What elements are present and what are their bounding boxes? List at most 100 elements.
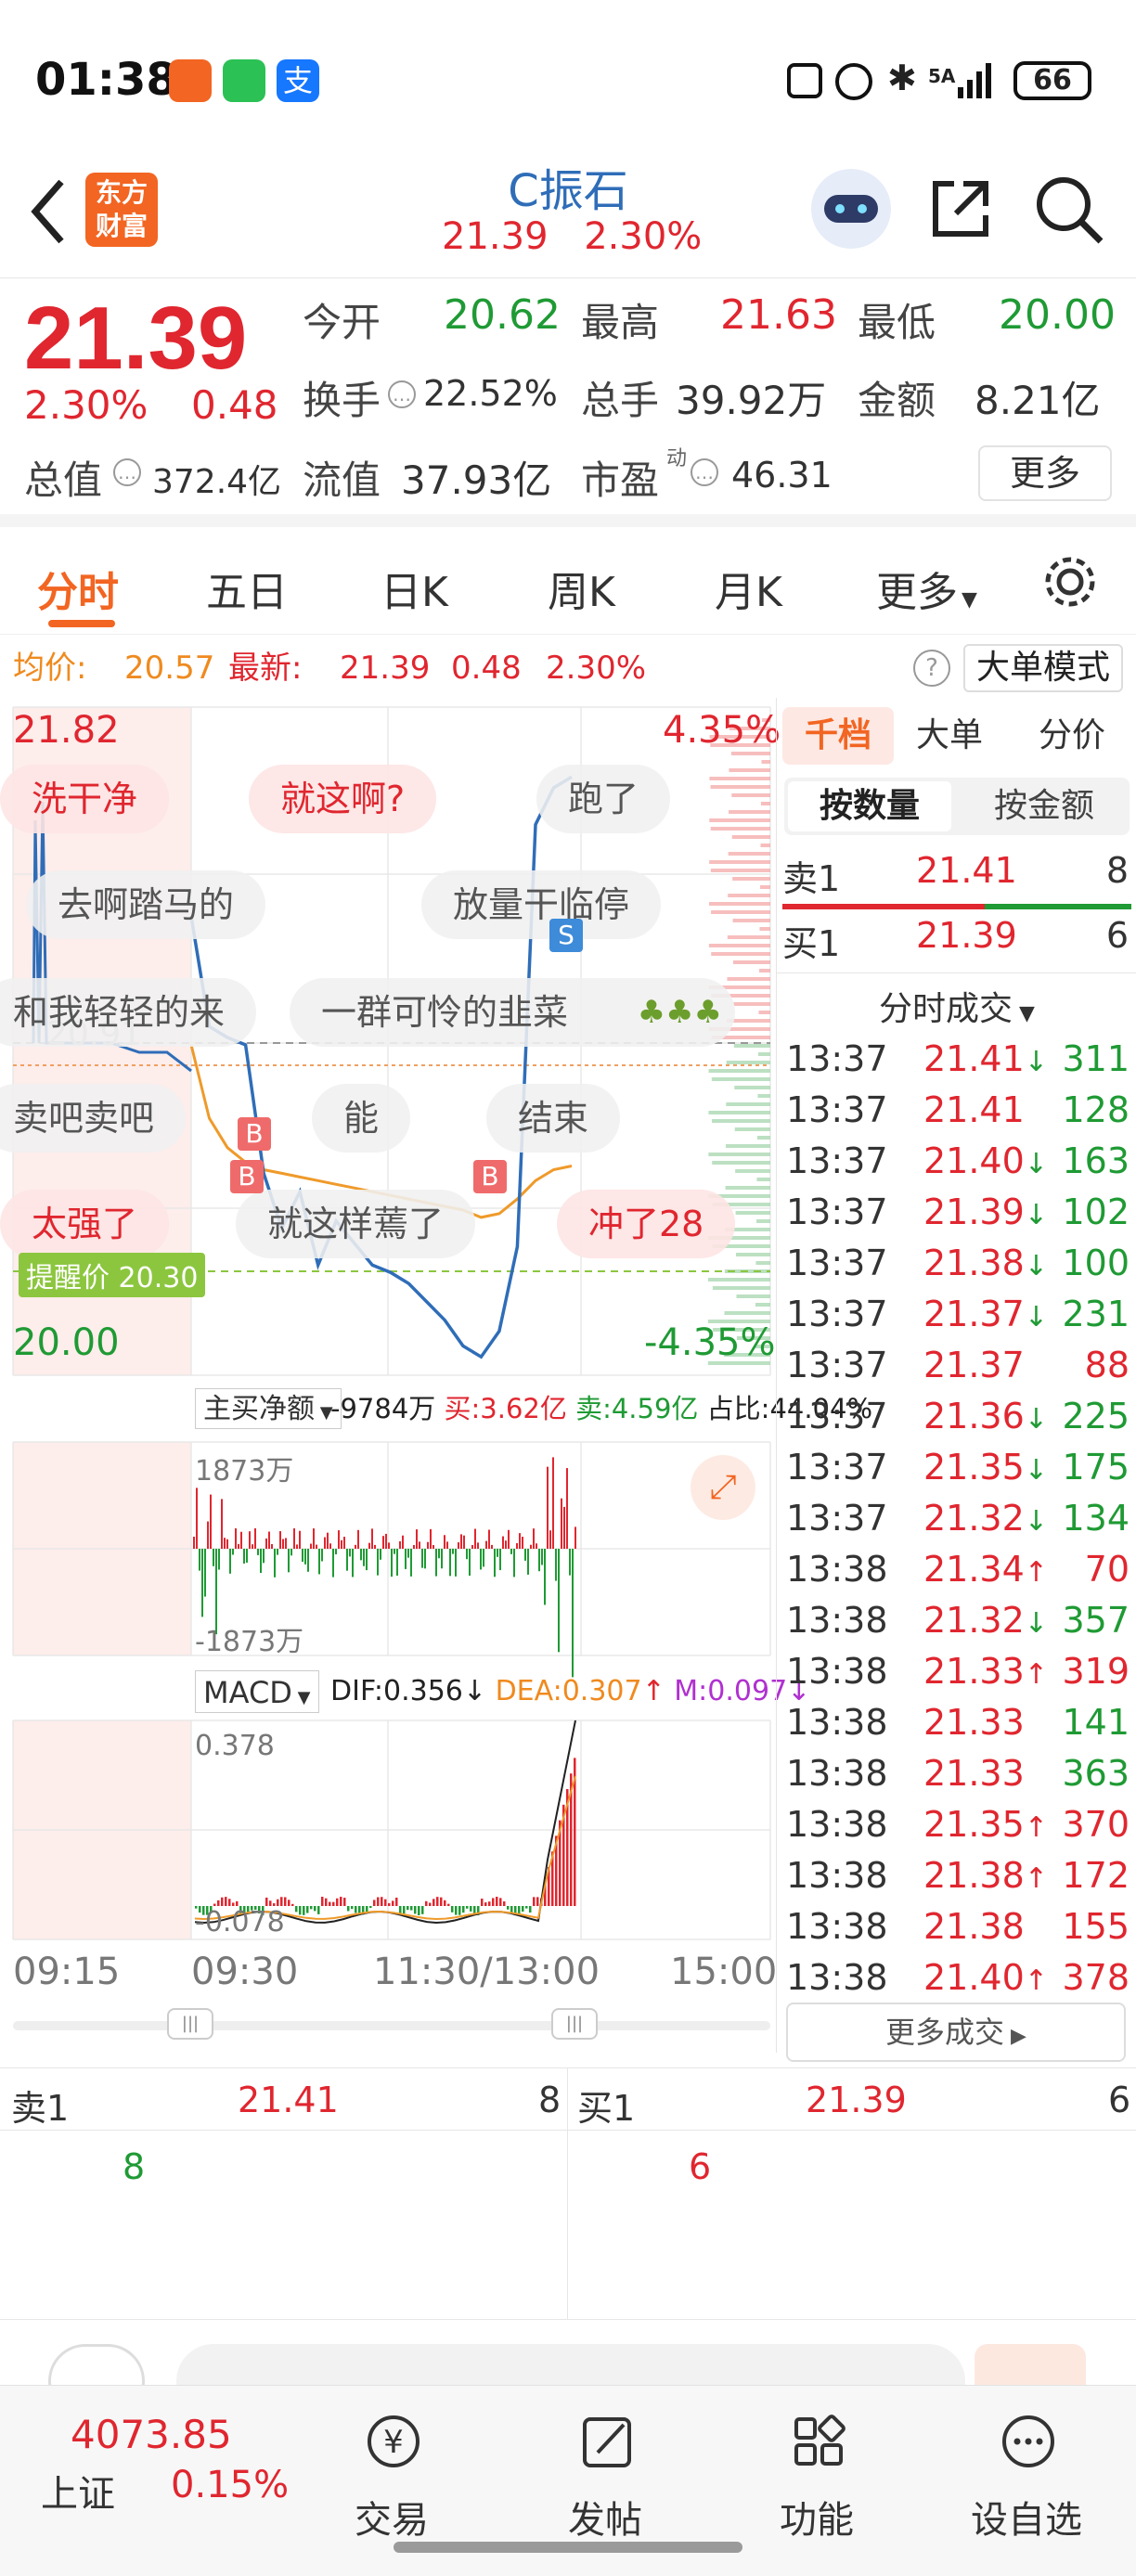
change-pct: 2.30% (24, 382, 148, 428)
range-handle-left[interactable]: ||| (167, 2008, 213, 2040)
net-inflow-bar (296, 1544, 298, 1549)
help-icon[interactable]: ? (913, 650, 950, 687)
macd-bar (299, 1906, 302, 1915)
pe-info-icon[interactable]: … (691, 458, 718, 486)
tab-price-dist[interactable]: 分价 (1039, 707, 1105, 765)
trade-row: 13:38 21.33 141 (786, 1697, 1130, 1748)
comment-bubble[interactable]: 一群可怜的韭菜 ♣♣♣ (290, 978, 736, 1047)
net-inflow-bar (471, 1544, 473, 1549)
macd-bar (492, 1898, 495, 1906)
comment-bubble[interactable]: 就这样蔫了 (236, 1190, 476, 1258)
turnover-info-icon[interactable]: … (388, 380, 416, 408)
expand-icon[interactable]: ⤢ (691, 1455, 755, 1520)
float-label: 流值 (303, 457, 381, 503)
tab-five-day[interactable]: 五日 (206, 559, 288, 618)
comment-bubble[interactable]: 和我轻轻的来 (0, 978, 257, 1047)
buy-marker[interactable]: B (238, 1117, 271, 1151)
tab-intraday[interactable]: 分时 (37, 559, 119, 618)
volume-profile-bar (728, 894, 770, 897)
net-inflow-bar (427, 1541, 429, 1549)
net-inflow-bar (265, 1538, 267, 1549)
tab-monthly[interactable]: 月K (715, 559, 782, 618)
net-inflow-bar (274, 1549, 276, 1578)
emoji-icon[interactable] (48, 2344, 145, 2385)
nav-add-watchlist[interactable]: 设自选 (943, 2386, 1110, 2553)
settings-gear-icon[interactable] (1041, 553, 1099, 611)
tab-daily[interactable]: 日K (381, 559, 448, 618)
net-inflow-min: -1873万 (195, 1626, 304, 1658)
net-inflow-bar (355, 1544, 356, 1549)
more-button[interactable]: 更多 (978, 445, 1112, 501)
net-inflow-bar (316, 1544, 317, 1549)
net-inflow-bar (444, 1535, 445, 1549)
net-inflow-bar (494, 1549, 496, 1578)
net-inflow-bar (282, 1539, 284, 1549)
nav-post[interactable]: 发帖 (522, 2386, 689, 2553)
macd-bar (436, 1897, 439, 1906)
net-inflow-bar (232, 1549, 234, 1555)
range-handle-right[interactable]: ||| (551, 2008, 598, 2040)
trade-price: 21.33 (923, 1702, 1025, 1743)
macd-bar (444, 1900, 446, 1906)
buy-marker[interactable]: B (473, 1160, 507, 1193)
comment-input-bar[interactable] (0, 2320, 1136, 2385)
net-inflow-bar (374, 1544, 376, 1549)
net-inflow-bar (572, 1549, 574, 1678)
tab-big-order[interactable]: 大单 (916, 707, 983, 765)
comment-bubble[interactable]: 洗干净 (0, 765, 170, 833)
buy-marker[interactable]: B (230, 1160, 264, 1193)
current-price: 21.39 (24, 289, 248, 388)
svg-text:¥: ¥ (383, 2424, 404, 2461)
tab-more[interactable]: 更多 ▼ (876, 559, 977, 618)
comment-bubble[interactable]: 放量干临停 (421, 870, 662, 939)
comment-bubble[interactable]: 太强了 (0, 1190, 170, 1258)
comment-bubble[interactable]: 结束 (486, 1084, 621, 1153)
index-ticker[interactable]: 4073.85 上证 0.15% (0, 2386, 297, 2544)
trade-row: 13:37 21.32↓ 134 (786, 1493, 1130, 1544)
share-icon[interactable] (926, 174, 995, 243)
trade-row: 13:38 21.34↑ 70 (786, 1544, 1130, 1595)
arrow-down-icon: ↓ (462, 1675, 487, 1707)
macd-selector[interactable]: MACD ▼ (195, 1670, 319, 1713)
mktcap-info-icon[interactable]: … (113, 458, 141, 486)
sub-tab-by-amount[interactable]: 按金额 (962, 781, 1126, 831)
sub-tab-by-volume[interactable]: 按数量 (788, 781, 951, 831)
net-inflow-bar (277, 1549, 278, 1555)
net-inflow-bar (405, 1549, 407, 1569)
trade-time: 13:38 (786, 1600, 888, 1641)
buy-amount: 3.62亿 (480, 1393, 567, 1424)
net-inflow-selector[interactable]: 主买净额 ▼ (195, 1388, 342, 1429)
trades-title[interactable]: 分时成交 ▼ (777, 982, 1136, 1030)
more-trades-button[interactable]: 更多成交 ▶ (786, 2003, 1126, 2062)
macd-bar (265, 1897, 268, 1906)
alert-price-label[interactable]: 提醒价 20.30 (19, 1253, 206, 1297)
comment-field[interactable] (176, 2344, 965, 2385)
tab-weekly[interactable]: 周K (548, 559, 615, 618)
comment-bubble[interactable]: 卖吧卖吧 (0, 1084, 187, 1153)
nav-functions[interactable]: 功能 (733, 2386, 900, 2553)
nav-trade-label: 交易 (355, 2499, 429, 2542)
big-order-mode-button[interactable]: 大单模式 (963, 644, 1123, 692)
net-inflow-bar (516, 1542, 518, 1549)
nav-trade[interactable]: ¥ 交易 (308, 2386, 475, 2553)
tab-qiandang[interactable]: 千档 (782, 707, 894, 765)
net-inflow-bar (569, 1549, 571, 1576)
comment-bubble[interactable]: 跑了 (536, 765, 671, 833)
time-range-scrollbar[interactable] (13, 2021, 770, 2030)
comment-bubble[interactable]: 就这啊? (249, 765, 437, 833)
comment-bubble[interactable]: 去啊踏马的 (26, 870, 266, 939)
alipay-notification-icon: 支 (277, 59, 319, 102)
robot-avatar-icon[interactable] (811, 169, 891, 249)
search-icon[interactable] (1032, 173, 1106, 247)
order-book-panel: 千档 大单 分价 按数量 按金额 卖1 21.41 8 买1 21.39 6 分… (776, 698, 1136, 2062)
net-inflow-bar (260, 1549, 262, 1574)
trade-volume: 363 (1062, 1753, 1130, 1794)
net-inflow-bar (499, 1549, 501, 1571)
sell-marker[interactable]: S (549, 919, 583, 952)
trade-row: 13:37 21.37↓ 231 (786, 1289, 1130, 1340)
net-inflow-label: 主买净额 (203, 1393, 315, 1425)
hot-icon[interactable] (975, 2344, 1086, 2385)
volume-profile-bar (758, 1011, 770, 1014)
comment-bubble[interactable]: 能 (312, 1084, 411, 1153)
comment-bubble[interactable]: 冲了28 (557, 1190, 736, 1258)
